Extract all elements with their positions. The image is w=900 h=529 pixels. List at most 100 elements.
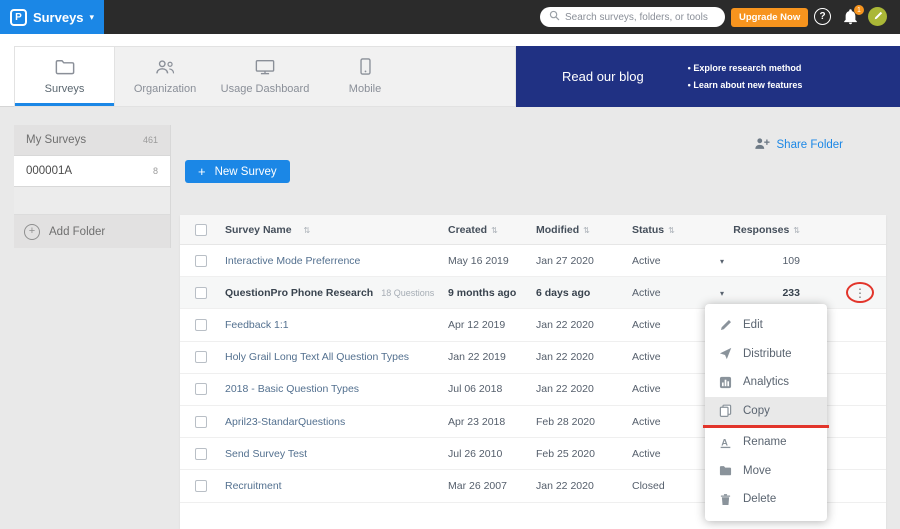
tab-label: Mobile: [349, 83, 381, 95]
quick-edit-button[interactable]: [868, 7, 887, 26]
mobile-icon: [360, 58, 371, 78]
tab-label: Usage Dashboard: [221, 83, 310, 95]
plus-icon: [198, 164, 206, 179]
tab-surveys[interactable]: Surveys: [15, 47, 115, 106]
svg-text:A: A: [721, 437, 728, 447]
row-context-menu: Edit Distribute Analytics Copy A Rename …: [705, 304, 827, 521]
modified-cell: Feb 25 2020: [536, 448, 632, 460]
table-header: Survey Name Created Modified Status Resp…: [180, 215, 886, 245]
context-menu-item-analytics[interactable]: Analytics: [705, 368, 827, 397]
sort-icon[interactable]: [579, 224, 590, 236]
pencil-icon: [719, 319, 733, 332]
search-input[interactable]: [565, 12, 716, 23]
context-menu-item-copy[interactable]: Copy: [705, 397, 827, 426]
nav-band: Surveys Organization Usage Dashboard Mob…: [0, 34, 900, 107]
responses-cell: 233: [748, 287, 800, 299]
row-checkbox[interactable]: [195, 383, 207, 395]
sort-icon[interactable]: [300, 224, 311, 236]
context-menu-item-rename[interactable]: A Rename: [705, 428, 827, 457]
created-cell: May 16 2019: [448, 255, 536, 267]
sort-icon[interactable]: [487, 224, 498, 236]
responses-cell: 109: [748, 255, 800, 267]
survey-name-link[interactable]: April23-StandarQuestions: [225, 416, 345, 428]
row-checkbox[interactable]: [195, 480, 207, 492]
tab-mobile[interactable]: Mobile: [315, 47, 415, 106]
sidebar-spacer: [14, 187, 170, 215]
pencil-icon: [873, 8, 883, 26]
more-actions-button[interactable]: [854, 286, 866, 300]
people-icon: [154, 59, 176, 78]
question-count-label: 18 Questions: [381, 288, 434, 298]
blog-bullet: Explore research method: [688, 63, 803, 73]
questionpro-logo: P: [10, 9, 27, 26]
modified-cell: 6 days ago: [536, 287, 632, 299]
header-survey-name: Survey Name: [225, 224, 292, 236]
survey-name-link[interactable]: 2018 - Basic Question Types: [225, 383, 359, 395]
surveys-dashboard: P Surveys Upgrade Now ? 1 Surveys Organi: [0, 0, 900, 529]
select-all-checkbox[interactable]: [195, 224, 207, 236]
help-button[interactable]: ?: [814, 8, 831, 25]
folders-sidebar: My Surveys 461 000001A 8 Add Folder: [14, 125, 171, 248]
trash-icon: [719, 493, 733, 506]
modified-cell: Jan 22 2020: [536, 319, 632, 331]
survey-name-link[interactable]: Interactive Mode Preferrence: [225, 255, 360, 267]
table-row[interactable]: Interactive Mode Preferrence May 16 2019…: [180, 245, 886, 277]
created-cell: Jan 22 2019: [448, 351, 536, 363]
add-folder-label: Add Folder: [49, 226, 105, 238]
modified-cell: Jan 22 2020: [536, 480, 632, 492]
survey-name-link[interactable]: Recruitment: [225, 480, 282, 492]
row-checkbox[interactable]: [195, 255, 207, 267]
dashboard-icon: [255, 59, 275, 78]
sort-icon[interactable]: [664, 224, 675, 236]
modified-cell: Jan 22 2020: [536, 383, 632, 395]
folder-label: 000001A: [26, 165, 72, 177]
status-dropdown-caret[interactable]: [720, 257, 724, 266]
context-menu-item-edit[interactable]: Edit: [705, 311, 827, 340]
row-checkbox[interactable]: [195, 287, 207, 299]
upgrade-now-button[interactable]: Upgrade Now: [731, 8, 808, 27]
add-folder-button[interactable]: Add Folder: [14, 215, 170, 248]
chevron-down-icon: [90, 12, 95, 23]
survey-name-link[interactable]: Feedback 1:1: [225, 319, 289, 331]
header-created: Created: [448, 224, 487, 236]
share-folder-button[interactable]: Share Folder: [754, 137, 843, 153]
sidebar-item-folder-000001A[interactable]: 000001A 8: [14, 156, 170, 187]
plus-circle-icon: [24, 224, 40, 240]
survey-name-link[interactable]: Holy Grail Long Text All Question Types: [225, 351, 409, 363]
created-cell: Apr 23 2018: [448, 416, 536, 428]
blog-bullet: Learn about new features: [688, 80, 803, 90]
folder-label: My Surveys: [26, 134, 86, 146]
notifications-button[interactable]: 1: [843, 9, 859, 26]
bell-icon: [843, 12, 858, 29]
new-survey-button[interactable]: New Survey: [185, 160, 290, 183]
context-menu-item-delete[interactable]: Delete: [705, 485, 827, 514]
created-cell: Jul 06 2018: [448, 383, 536, 395]
blog-bullets: Explore research method Learn about new …: [688, 63, 803, 90]
survey-name-link[interactable]: QuestionPro Phone Research: [225, 287, 373, 299]
context-menu-item-distribute[interactable]: Distribute: [705, 340, 827, 369]
row-checkbox[interactable]: [195, 448, 207, 460]
created-cell: Mar 26 2007: [448, 480, 536, 492]
new-survey-label: New Survey: [215, 166, 277, 178]
sidebar-item-my-surveys[interactable]: My Surveys 461: [14, 125, 170, 156]
person-add-icon: [754, 137, 770, 153]
folder-count: 8: [153, 166, 158, 176]
tab-label: Organization: [134, 83, 196, 95]
top-bar: P Surveys Upgrade Now ? 1: [0, 0, 900, 34]
context-menu-item-move[interactable]: Move: [705, 457, 827, 486]
global-search[interactable]: [540, 7, 725, 27]
tab-usage-dashboard[interactable]: Usage Dashboard: [215, 47, 315, 106]
sort-icon[interactable]: [789, 224, 800, 236]
row-checkbox[interactable]: [195, 351, 207, 363]
row-checkbox[interactable]: [195, 319, 207, 331]
blog-banner[interactable]: Read our blog Explore research method Le…: [516, 46, 900, 107]
status-dropdown-caret[interactable]: [720, 289, 724, 298]
product-switcher[interactable]: P Surveys: [0, 0, 104, 34]
modified-cell: Jan 27 2020: [536, 255, 632, 267]
notification-badge: 1: [854, 5, 864, 15]
row-checkbox[interactable]: [195, 416, 207, 428]
tab-label: Surveys: [45, 83, 85, 95]
tab-organization[interactable]: Organization: [115, 47, 215, 106]
survey-name-link[interactable]: Send Survey Test: [225, 448, 307, 460]
header-responses: Responses: [733, 224, 789, 236]
